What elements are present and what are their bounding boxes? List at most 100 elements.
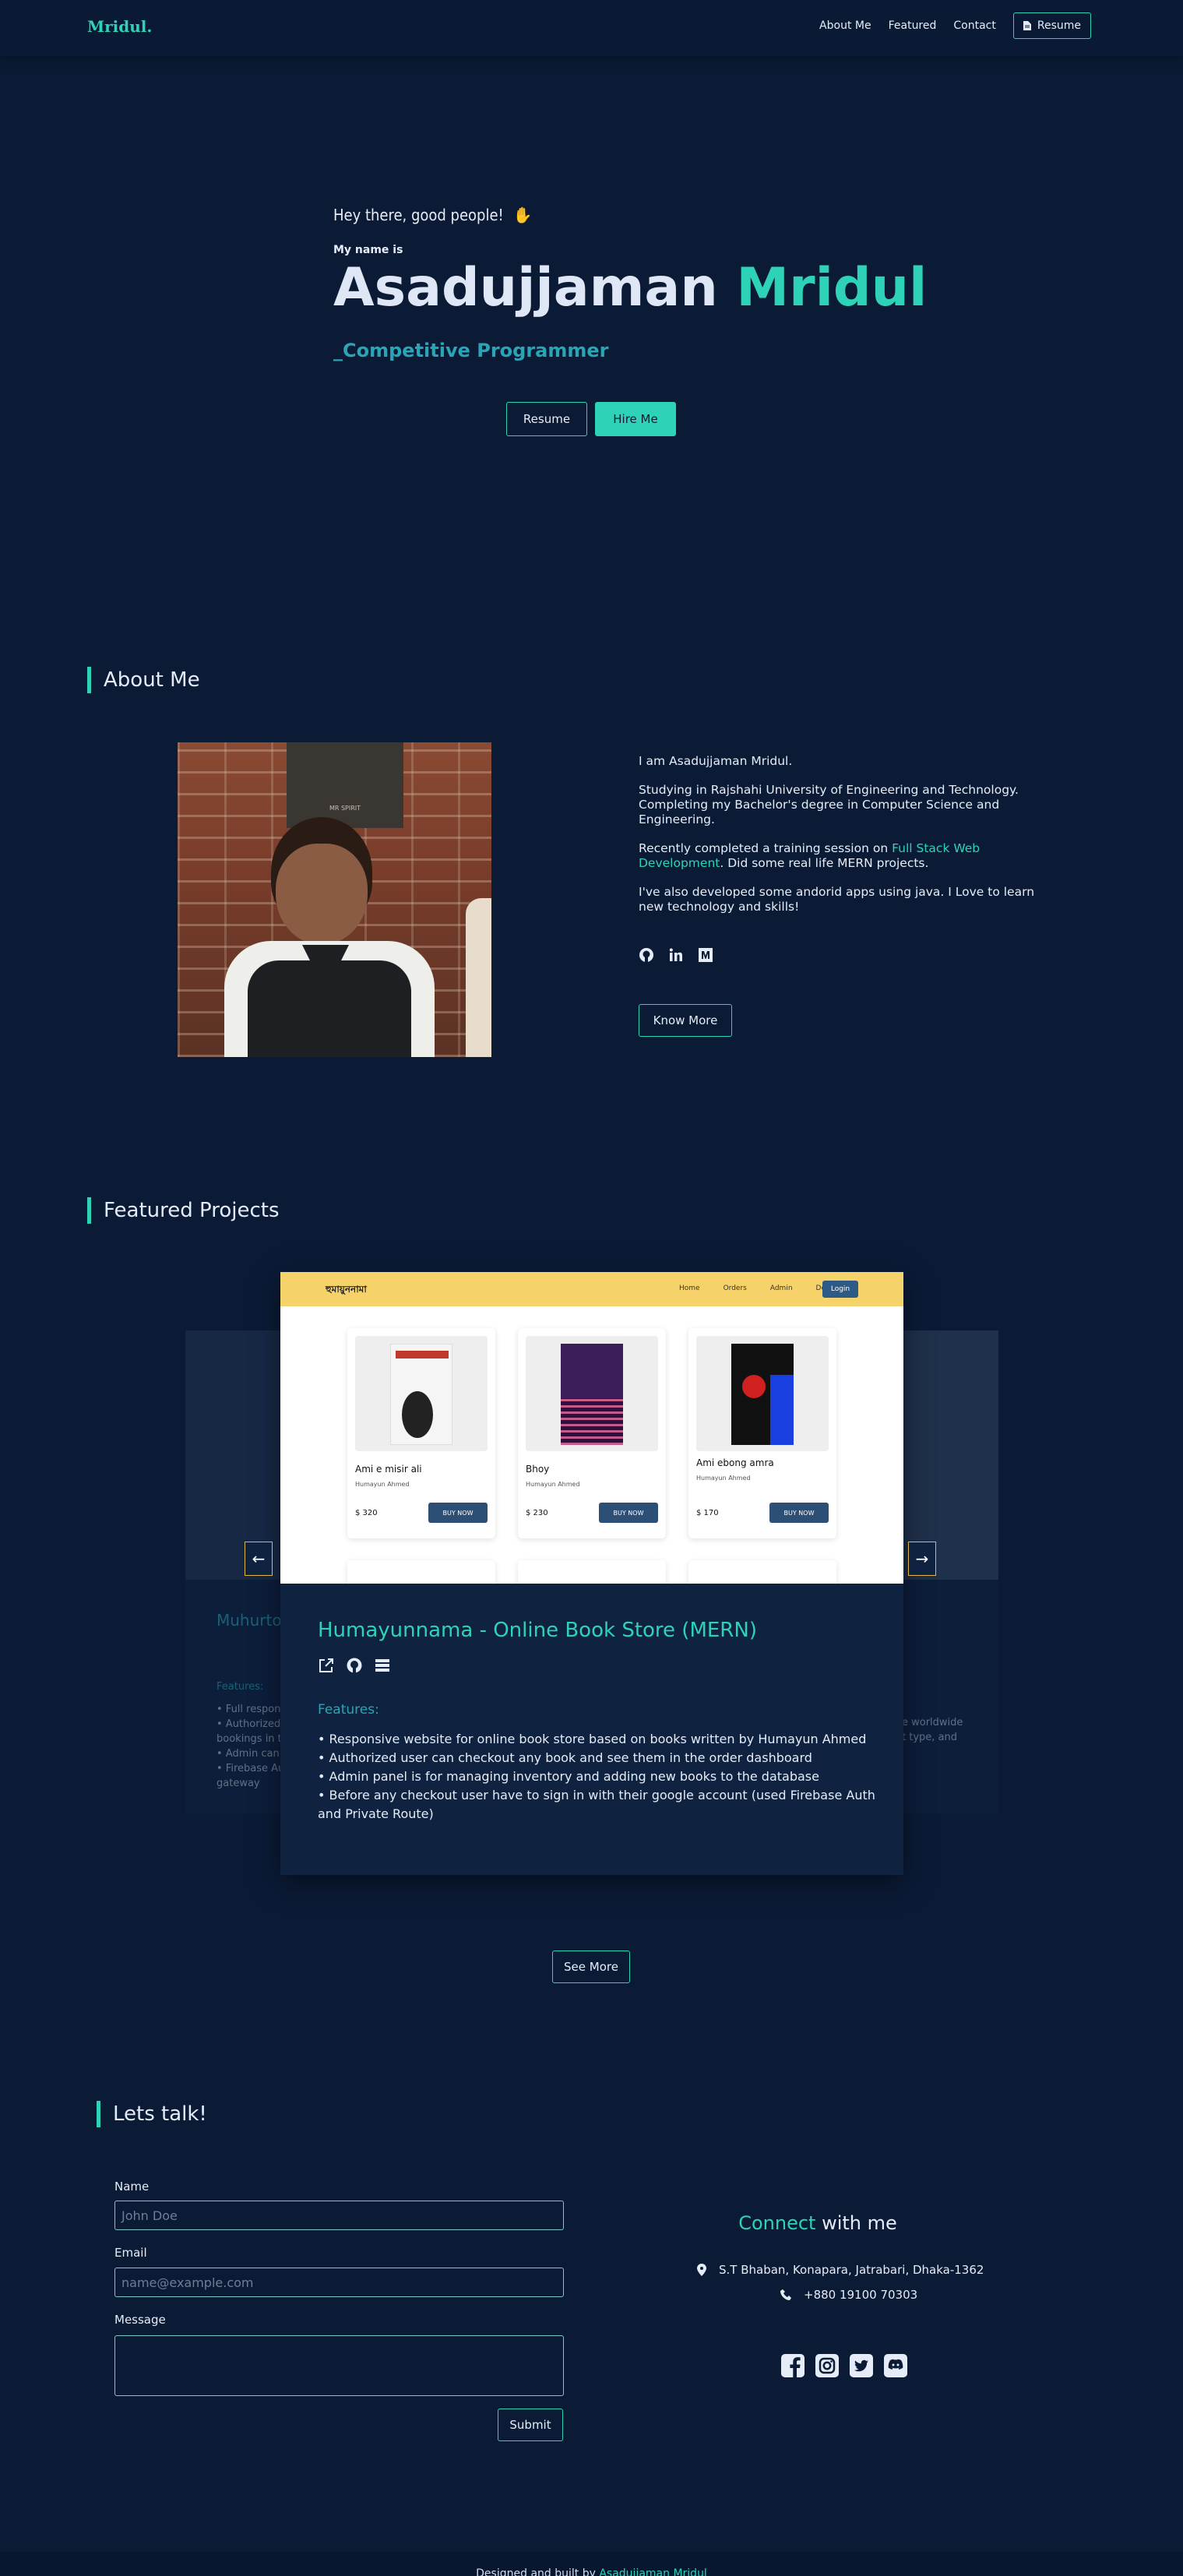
project-links xyxy=(318,1657,391,1674)
nav-resume-label: Resume xyxy=(1037,19,1081,32)
book-author: Humayun Ahmed xyxy=(526,1481,580,1488)
screenshot-login: Login xyxy=(822,1281,858,1298)
about-paragraph-3: Recently completed a training session on… xyxy=(639,841,981,870)
site-logo[interactable]: Mridul. xyxy=(87,17,152,36)
nav-link-about[interactable]: About Me xyxy=(819,19,871,32)
footer: Designed and built by Asadujjaman Mridul xyxy=(0,2552,1183,2576)
title-accent-bar xyxy=(97,2101,100,2127)
connect-heading: Connect with me xyxy=(738,2212,897,2234)
nav-links: About Me Featured Contact Resume xyxy=(819,12,1091,39)
name-field[interactable]: John Doe xyxy=(114,2201,564,2230)
message-label: Message xyxy=(114,2313,166,2327)
location-pin-icon xyxy=(697,2264,706,2276)
email-field[interactable]: name@example.com xyxy=(114,2268,564,2297)
file-icon xyxy=(1023,21,1031,30)
book-card: Ami e misir ali Humayun Ahmed $ 320 BUY … xyxy=(347,1328,495,1538)
project-title: Humayunnama - Online Book Store (MERN) xyxy=(318,1619,757,1642)
previous-card-features: • Full respon • Authorized bookings in t… xyxy=(217,1704,285,1789)
buy-now-button: BUY NOW xyxy=(428,1503,488,1523)
screenshot-menu: Home Orders Admin Deals xyxy=(679,1284,836,1292)
buy-now-button: BUY NOW xyxy=(599,1503,658,1523)
about-paragraph-2: Studying in Rajshahi University of Engin… xyxy=(639,783,1019,826)
nav-link-featured[interactable]: Featured xyxy=(889,19,937,32)
submit-button[interactable]: Submit xyxy=(498,2409,563,2441)
contact-section-title: Lets talk! xyxy=(97,2101,207,2127)
previous-card-features-label: Features: xyxy=(217,1681,264,1693)
book-author: Humayun Ahmed xyxy=(696,1475,751,1482)
feature-item: • Authorized user can checkout any book … xyxy=(318,1750,812,1765)
facebook-icon[interactable] xyxy=(780,2353,805,2378)
nav-link-contact[interactable]: Contact xyxy=(953,19,995,32)
about-paragraph-4: I've also developed some andorid apps us… xyxy=(639,885,1035,914)
address-text: S.T Bhaban, Konapara, Jatrabari, Dhaka-1… xyxy=(719,2263,984,2277)
wave-hand-icon: ✋ xyxy=(512,206,533,224)
footer-author-link[interactable]: Asadujjaman Mridul xyxy=(599,2567,706,2576)
server-icon[interactable] xyxy=(374,1657,391,1674)
previous-card-title: Muhurto xyxy=(217,1611,282,1630)
message-field[interactable] xyxy=(114,2335,564,2396)
book-card: Ami ebong amra Humayun Ahmed $ 170 BUY N… xyxy=(688,1328,836,1538)
name-label: Name xyxy=(114,2180,150,2194)
book-title: Bhoy xyxy=(526,1464,550,1475)
buy-now-button: BUY NOW xyxy=(769,1503,829,1523)
phone-text: +880 19100 70303 xyxy=(804,2288,918,2302)
project-features: • Responsive website for online book sto… xyxy=(318,1730,878,1824)
hero-greeting-text: Hey there, good people! xyxy=(333,206,504,224)
book-title: Ami e misir ali xyxy=(355,1464,422,1475)
book-cover xyxy=(390,1344,452,1445)
github-icon[interactable] xyxy=(346,1657,363,1674)
arrow-right-icon: → xyxy=(915,1549,929,1568)
medium-icon[interactable] xyxy=(698,947,713,963)
address-row: S.T Bhaban, Konapara, Jatrabari, Dhaka-1… xyxy=(697,2263,984,2277)
screenshot-brand: হুমায়ুননামা xyxy=(326,1284,367,1295)
book-price: $ 230 xyxy=(526,1509,548,1517)
hero-last-name: Mridul xyxy=(736,257,928,319)
book-title: Ami ebong amra xyxy=(696,1457,774,1468)
hero-role: _Competitive Programmer xyxy=(333,340,609,361)
linkedin-icon[interactable] xyxy=(668,947,684,963)
arrow-left-icon: ← xyxy=(252,1549,266,1568)
about-social-icons xyxy=(639,947,713,963)
profile-photo: MR SPIRIT xyxy=(178,742,491,1057)
about-title-text: About Me xyxy=(104,668,200,692)
book-card: Bhoy Humayun Ahmed $ 230 BUY NOW xyxy=(518,1328,666,1538)
email-label: Email xyxy=(114,2246,147,2260)
know-more-button[interactable]: Know More xyxy=(639,1004,732,1037)
hero-first-name: Asadujjaman xyxy=(333,257,718,319)
feature-item: • Before any checkout user have to sign … xyxy=(318,1788,875,1821)
contact-social-icons xyxy=(780,2353,908,2378)
discord-icon[interactable] xyxy=(883,2353,908,2378)
instagram-icon[interactable] xyxy=(815,2353,840,2378)
see-more-button[interactable]: See More xyxy=(552,1951,630,1983)
next-card-features: e worldwide t type, and xyxy=(902,1717,963,1743)
phone-row: +880 19100 70303 xyxy=(780,2288,917,2302)
hire-me-button[interactable]: Hire Me xyxy=(595,402,676,436)
about-text: I am Asadujjaman Mridul. Studying in Raj… xyxy=(639,754,1044,929)
twitter-icon[interactable] xyxy=(849,2353,874,2378)
about-section-title: About Me xyxy=(87,667,200,693)
about-paragraph-1: I am Asadujjaman Mridul. xyxy=(639,754,793,768)
phone-icon xyxy=(780,2289,791,2300)
photo-sign: MR SPIRIT xyxy=(287,742,403,828)
hero-name: Asadujjaman Mridul xyxy=(333,257,927,319)
hero-greeting: Hey there, good people! ✋ xyxy=(333,206,532,224)
title-accent-bar xyxy=(87,1197,91,1224)
hero-resume-button[interactable]: Resume xyxy=(506,402,587,436)
external-link-icon[interactable] xyxy=(318,1657,335,1674)
screenshot-navbar: হুমায়ুননামা Home Orders Admin Deals Log… xyxy=(280,1272,903,1306)
navbar: Mridul. About Me Featured Contact Resume xyxy=(0,0,1183,56)
book-price: $ 320 xyxy=(355,1509,378,1517)
project-card-humayunnama: হুমায়ুননামা Home Orders Admin Deals Log… xyxy=(280,1272,903,1875)
title-accent-bar xyxy=(87,667,91,693)
book-cover xyxy=(561,1344,623,1445)
projects-title-text: Featured Projects xyxy=(104,1199,280,1222)
feature-item: • Admin panel is for managing inventory … xyxy=(318,1769,819,1784)
book-price: $ 170 xyxy=(696,1509,719,1517)
project-screenshot[interactable]: হুমায়ুননামা Home Orders Admin Deals Log… xyxy=(280,1272,903,1584)
book-cover xyxy=(731,1344,794,1445)
carousel-next-button[interactable]: → xyxy=(908,1542,936,1576)
carousel-prev-button[interactable]: ← xyxy=(245,1542,273,1576)
feature-item: • Responsive website for online book sto… xyxy=(318,1732,867,1746)
nav-resume-button[interactable]: Resume xyxy=(1012,12,1091,39)
github-icon[interactable] xyxy=(639,947,654,963)
